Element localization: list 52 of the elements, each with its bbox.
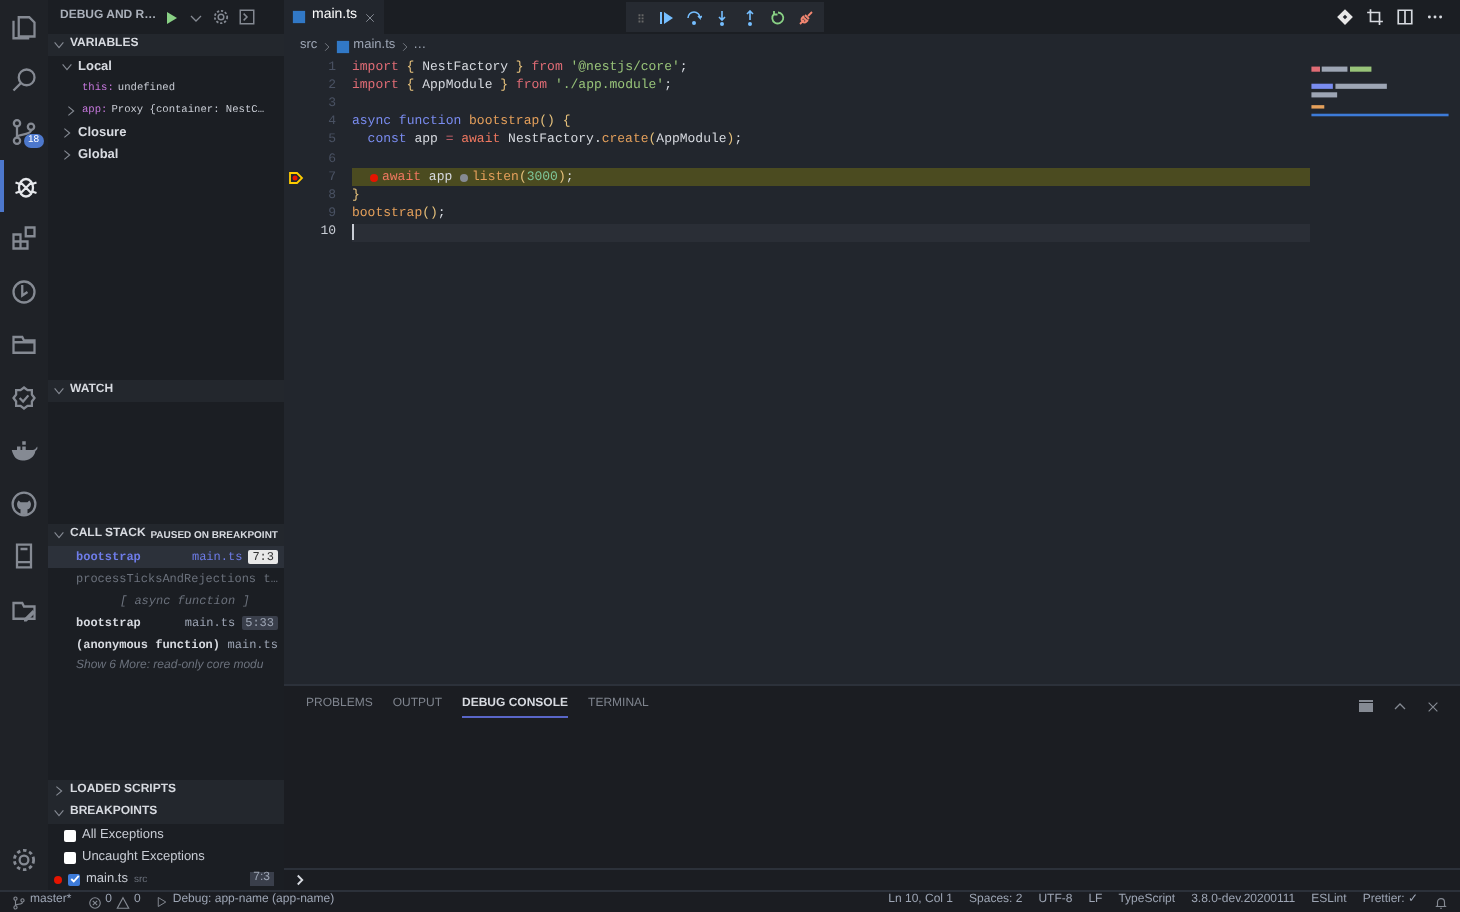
grip-icon[interactable] <box>636 9 646 25</box>
search-icon[interactable] <box>10 65 38 94</box>
close-icon[interactable] <box>1426 699 1440 713</box>
diamond-icon[interactable] <box>1336 8 1354 26</box>
error-icon <box>87 895 102 909</box>
chevron-down-icon[interactable] <box>60 60 74 74</box>
chevron-down-icon[interactable] <box>52 528 66 542</box>
chevron-up-icon[interactable] <box>1392 698 1408 714</box>
settings-icon[interactable] <box>212 8 231 26</box>
chevron-down-icon[interactable] <box>52 38 66 52</box>
split-editor-icon[interactable] <box>1396 8 1414 26</box>
minimap-drawing[interactable] <box>1311 66 1449 117</box>
checkbox[interactable] <box>64 851 76 863</box>
chevron-right-icon <box>399 41 410 51</box>
step-over-icon[interactable] <box>686 9 702 25</box>
device-icon[interactable] <box>10 542 38 571</box>
file-type-icon <box>292 10 306 24</box>
continue-icon[interactable] <box>658 9 674 25</box>
chevron-right-icon[interactable] <box>60 148 74 162</box>
extensions-icon[interactable] <box>10 224 38 253</box>
breakpoint-dot[interactable] <box>370 173 378 182</box>
step-out-icon[interactable] <box>742 9 758 25</box>
prompt-chevron-icon <box>294 874 306 886</box>
clear-console-icon[interactable] <box>1358 698 1374 714</box>
source-control-icon[interactable] <box>10 118 38 147</box>
terminal-icon[interactable] <box>238 8 257 26</box>
checkbox[interactable] <box>64 829 76 841</box>
warning-icon <box>116 895 131 909</box>
bell-icon[interactable] <box>1434 895 1448 909</box>
play-icon <box>156 896 169 908</box>
text-cursor <box>352 224 354 241</box>
files-icon[interactable] <box>10 12 38 41</box>
play-icon[interactable] <box>164 9 181 25</box>
restart-icon[interactable] <box>770 9 786 25</box>
folder-icon[interactable] <box>10 330 38 359</box>
chevron-right-icon[interactable] <box>64 104 78 118</box>
chevron-right-icon <box>321 41 332 51</box>
chevron-right-icon[interactable] <box>60 126 74 140</box>
chevron-right-icon[interactable] <box>52 784 66 798</box>
file-type-icon <box>335 39 350 53</box>
badge-check-icon[interactable] <box>10 383 38 412</box>
chevron-down-icon[interactable] <box>52 806 66 820</box>
close-icon[interactable] <box>363 11 376 23</box>
whale-icon[interactable] <box>10 436 38 465</box>
github-icon[interactable] <box>10 489 38 518</box>
settings-icon[interactable] <box>10 846 38 874</box>
inline-breakpoint-dot[interactable] <box>460 173 469 182</box>
branch-icon <box>12 895 26 909</box>
step-into-icon[interactable] <box>714 9 730 25</box>
checkbox[interactable] <box>68 873 80 885</box>
disconnect-icon[interactable] <box>798 9 814 25</box>
chevron-down-icon[interactable] <box>52 384 66 398</box>
